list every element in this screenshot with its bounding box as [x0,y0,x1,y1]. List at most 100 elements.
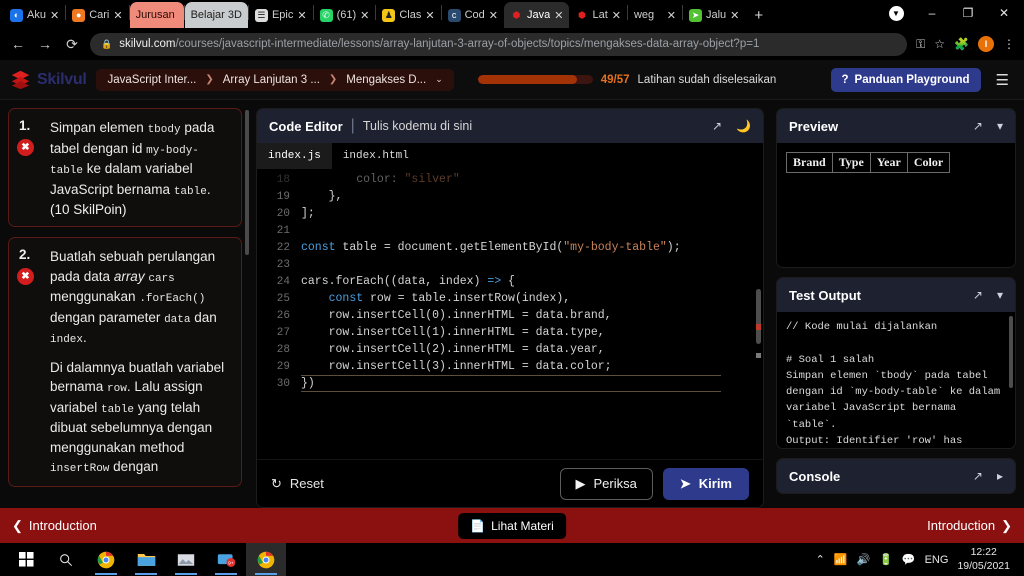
profile-chip[interactable]: ▼ [878,1,914,25]
browser-tab[interactable]: ◐ Aku ✕ [4,2,65,28]
browser-tab[interactable]: Jurusan [129,2,184,28]
task-card: 1. ✖ Simpan elemen tbody pada tabel deng… [8,108,242,228]
code-line[interactable]: 20]; [257,205,763,222]
code-line[interactable]: 22 const table = document.getElementById(… [257,239,763,256]
search-icon[interactable] [46,543,86,576]
clock[interactable]: 12:22 19/05/2021 [957,546,1010,572]
code-line[interactable]: 25 const row = table.insertRow(index), [257,290,763,307]
tab-close-icon[interactable]: ✕ [50,9,59,22]
code-line[interactable]: 28 row.insertCell(2).innerHTML = data.ye… [257,341,763,358]
breadcrumb-item-2[interactable]: Array Lanjutan 3 ... [223,74,320,86]
code-line[interactable]: 26 row.insertCell(0).innerHTML = data.br… [257,307,763,324]
browser-tab[interactable]: ➤ Jalu ✕ [683,2,745,28]
task-instructions-panel[interactable]: 1. ✖ Simpan elemen tbody pada tabel deng… [0,100,250,508]
line-number: 24 [276,275,290,288]
previous-lesson-button[interactable]: ❮ Introduction [12,518,97,534]
volume-icon[interactable]: 🔊 [856,553,870,566]
star-icon[interactable]: ☆ [934,37,945,51]
forward-button[interactable]: → [36,36,54,52]
panduan-playground-button[interactable]: ? Panduan Playground [830,67,981,92]
windows-start-icon[interactable] [6,543,46,576]
code-line[interactable]: 30}) [257,375,763,392]
tab-close-icon[interactable]: ✕ [667,9,676,22]
code-line[interactable]: 24 cars.forEach((data, index) => { [257,273,763,290]
browser-tab[interactable]: ⬢ Lat ✕ [569,2,627,28]
code-line[interactable]: 27 row.insertCell(1).innerHTML = data.ty… [257,324,763,341]
taskbar-photos-icon[interactable] [166,543,206,576]
reset-button[interactable]: ↻ Reset [271,476,324,492]
breadcrumb[interactable]: JavaScript Inter... ❯ Array Lanjutan 3 ...… [96,68,454,91]
kirim-button[interactable]: ➤ Kirim [662,467,749,500]
console-header[interactable]: Console ↗ ▸ [777,459,1015,493]
file-tab-index-html[interactable]: index.html [332,143,420,169]
tab-close-icon[interactable]: ✕ [489,9,498,22]
skilvul-icon: ⬢ [578,9,586,20]
wifi-icon[interactable]: 📶 [834,553,848,566]
chevron-down-icon[interactable]: ▾ [997,288,1003,302]
task-text: Simpan elemen tbody pada tabel dengan id… [50,120,215,198]
tab-close-icon[interactable]: ✕ [730,9,739,22]
taskbar-chrome-icon[interactable] [86,543,126,576]
browser-tab[interactable]: ● Cari ✕ [66,2,128,28]
taskbar-file-explorer-icon[interactable] [126,543,166,576]
battery-icon[interactable]: 🔋 [879,553,893,566]
breadcrumb-item-1[interactable]: JavaScript Inter... [107,74,196,86]
tab-close-icon[interactable]: ✕ [297,9,306,22]
extensions-icon[interactable]: 🧩 [954,37,969,51]
browser-tab[interactable]: ☰ Epic ✕ [249,2,313,28]
next-lesson-button[interactable]: Introduction ❯ [927,518,1012,534]
tab-title: Jurusan [135,9,175,21]
browser-tab[interactable]: ✆ (61) ✕ [314,2,376,28]
tab-close-icon[interactable]: ✕ [612,9,621,22]
taskbar-messaging-icon[interactable]: 9+ [206,543,246,576]
expand-icon[interactable]: ↗ [973,288,983,302]
maximize-button[interactable]: ❐ [950,1,986,25]
address-bar[interactable]: 🔒 skilvul.com/courses/javascript-interme… [90,32,908,56]
hamburger-icon[interactable]: ☰ [991,71,1014,89]
new-tab-button[interactable]: + [745,7,772,24]
notification-icon[interactable]: 💬 [902,553,916,566]
taskbar-chrome-active-icon[interactable] [246,543,286,576]
close-button[interactable]: ✕ [986,1,1022,25]
code-scrollbar-thumb[interactable] [756,289,761,344]
expand-icon[interactable]: ↗ [973,119,983,133]
minimize-button[interactable]: – [914,1,950,25]
test-output-scrollbar[interactable] [1009,316,1013,388]
tab-close-icon[interactable]: ✕ [360,9,369,22]
expand-icon[interactable]: ↗ [712,119,722,133]
browser-tab[interactable]: Belajar 3D [184,2,248,28]
chevron-down-icon[interactable]: ⌄ [435,74,443,85]
key-icon[interactable]: ⚿ [916,37,925,52]
browser-tab[interactable]: ⬢ Java ✕ [503,2,570,28]
code-line[interactable]: 21 [257,222,763,239]
profile-avatar[interactable]: I [978,36,994,52]
chevron-right-icon[interactable]: ▸ [997,469,1003,483]
browser-tab[interactable]: c Cod ✕ [442,2,504,28]
test-output-body[interactable]: // Kode mulai dijalankan # Soal 1 salah S… [777,312,1015,448]
expand-icon[interactable]: ↗ [973,469,983,483]
skilvul-logo[interactable]: Skilvul [10,69,87,90]
lihat-materi-button[interactable]: 📄 Lihat Materi [458,512,566,539]
chevron-down-icon[interactable]: ▾ [997,119,1003,133]
browser-tab[interactable]: weg ✕ [628,2,682,28]
code-line[interactable]: 23 [257,256,763,273]
code-line[interactable]: 18 color: "silver" [257,171,763,188]
tab-close-icon[interactable]: ✕ [113,9,122,22]
code-area[interactable]: 18 color: "silver" 19 }, 20]; 21 22 const tab… [257,169,763,459]
periksa-button[interactable]: ▶ Periksa [559,467,653,500]
tab-close-icon[interactable]: ✕ [425,9,434,22]
reload-button[interactable]: ⟳ [63,36,81,53]
task-number: 1. [19,118,31,133]
browser-tab[interactable]: ♟ Clas ✕ [376,2,440,28]
tray-chevron-icon[interactable]: ⌃ [816,553,825,566]
task-panel-scrollbar[interactable] [245,110,249,255]
breadcrumb-item-3[interactable]: Mengakses D... [346,74,426,86]
tab-close-icon[interactable]: ✕ [554,9,563,22]
chrome-menu-icon[interactable]: ⋮ [1003,37,1015,51]
file-tab-index-js[interactable]: index.js [257,143,332,169]
code-line[interactable]: 29 row.insertCell(3).innerHTML = data.co… [257,358,763,375]
back-button[interactable]: ← [9,36,27,52]
moon-icon[interactable]: 🌙 [736,119,751,133]
code-line[interactable]: 19 }, [257,188,763,205]
language-indicator[interactable]: ENG [925,554,949,566]
